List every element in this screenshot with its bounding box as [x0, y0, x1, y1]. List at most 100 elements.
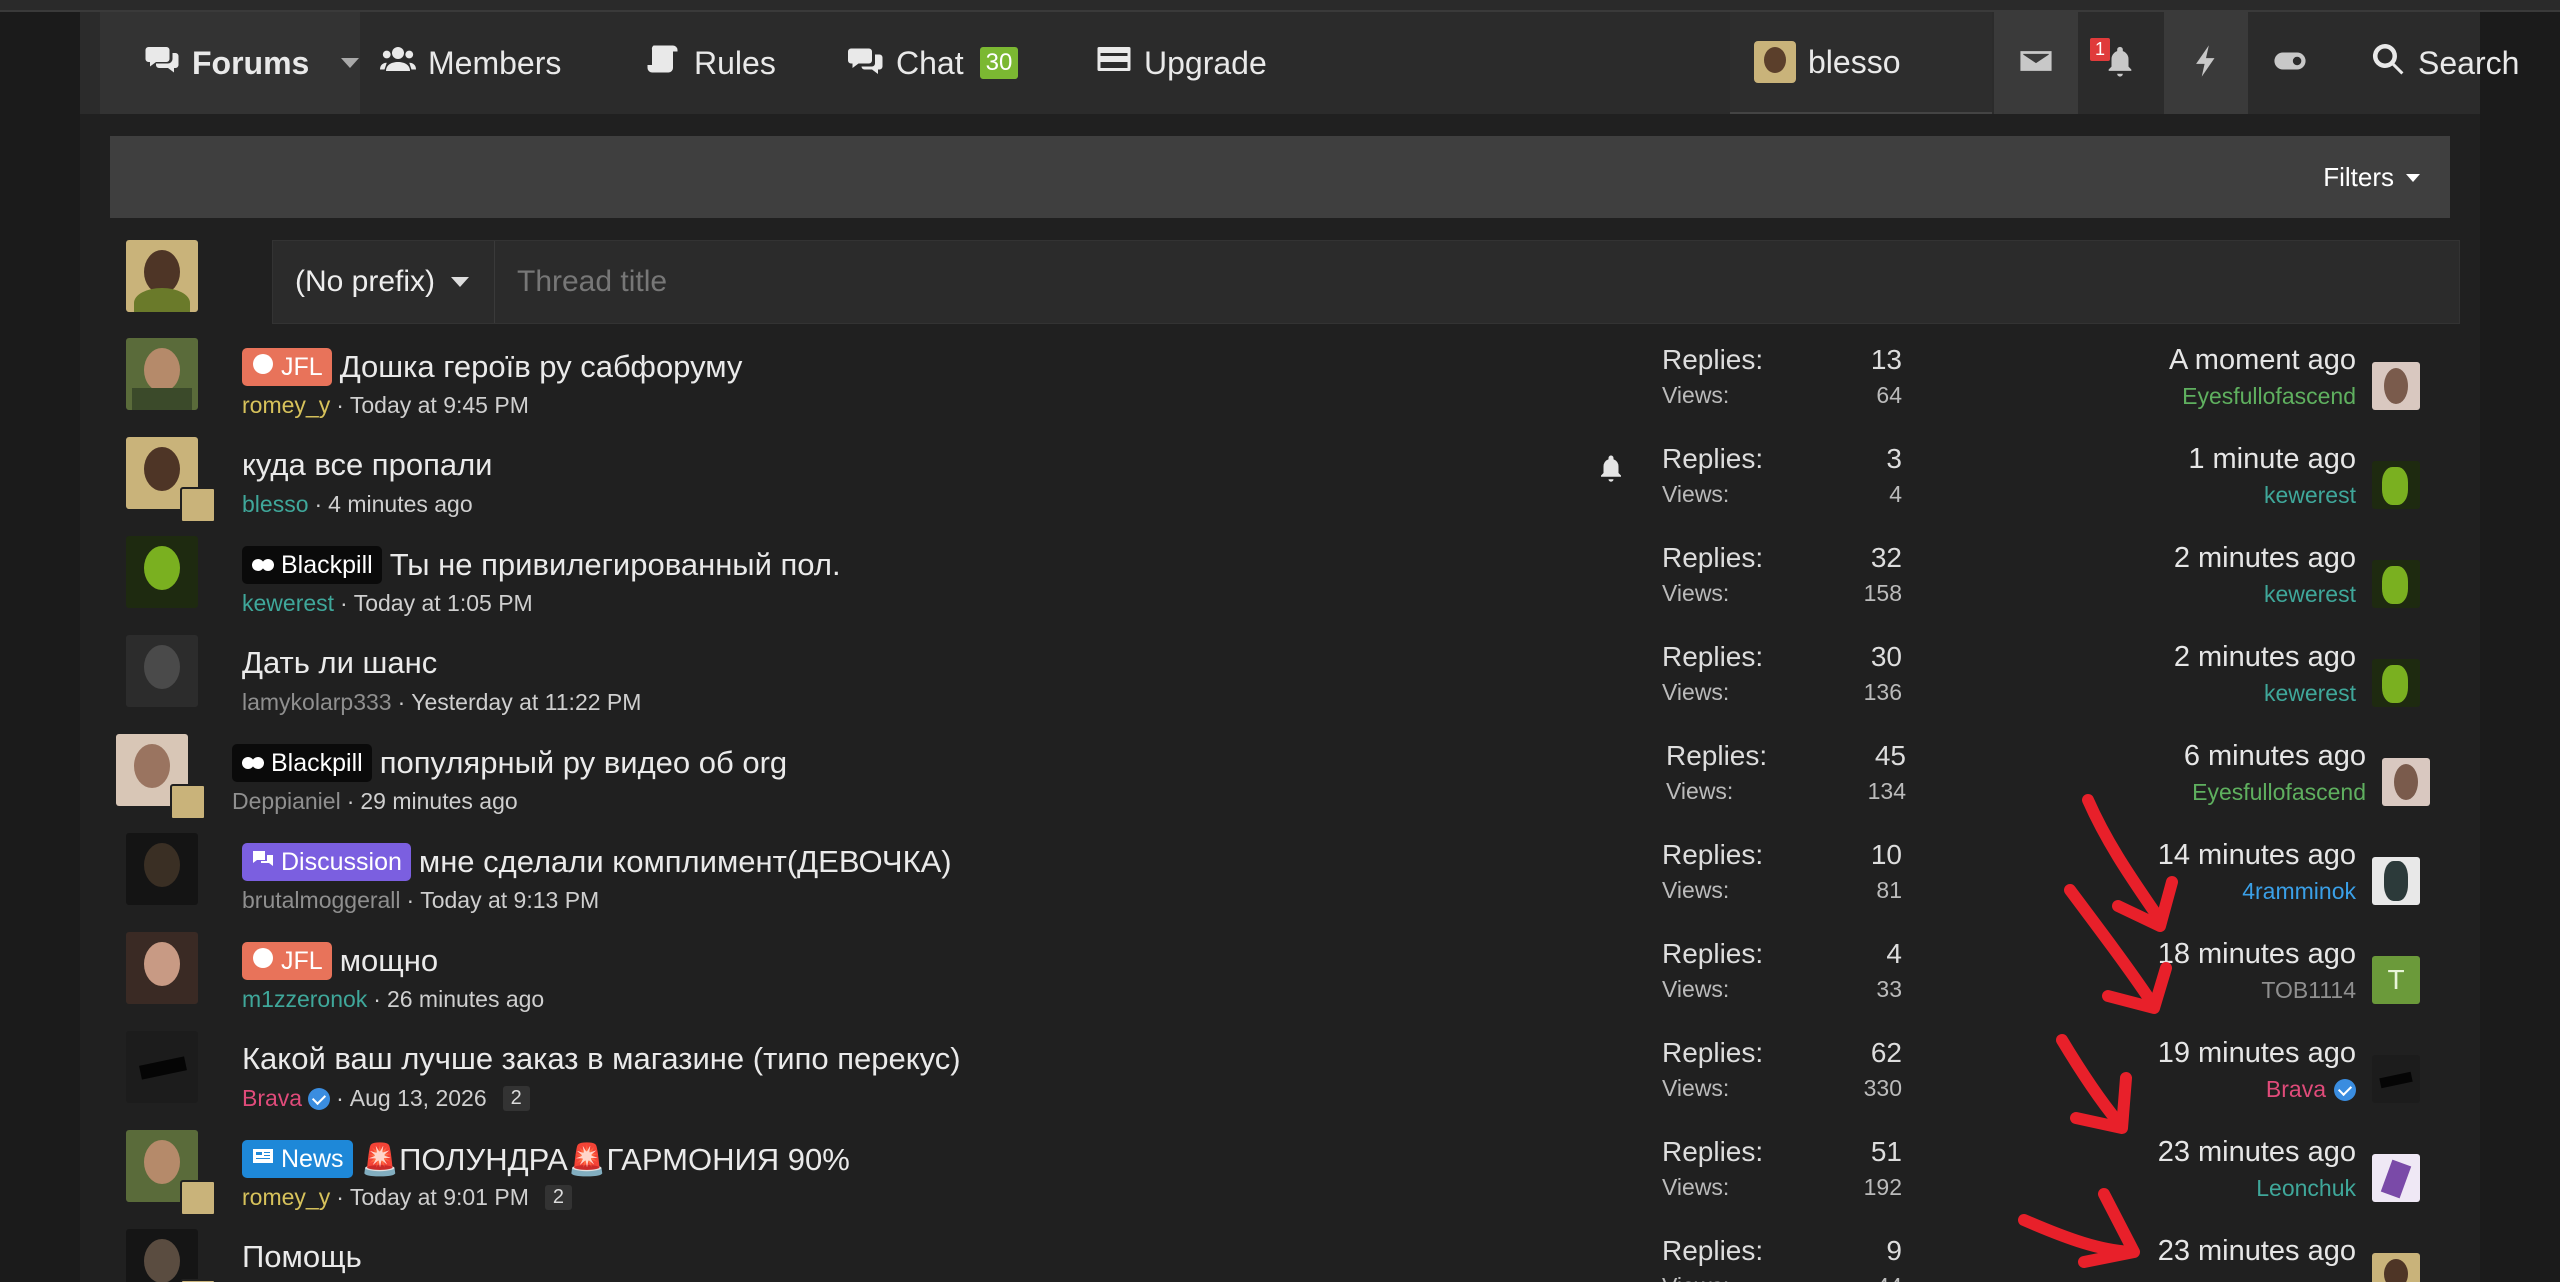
- table-row[interactable]: JFL Дошка героїв ру сабфоруму romey_y · …: [110, 326, 2450, 425]
- avatar[interactable]: [126, 932, 198, 1004]
- thread-title[interactable]: Какой ваш лучше заказ в магазине (типо п…: [242, 1041, 961, 1077]
- filters-button[interactable]: Filters: [2323, 162, 2420, 193]
- table-row[interactable]: Blackpill популярный ру видео об org Dep…: [110, 722, 2450, 821]
- last-post-user[interactable]: Eyesfullofascend: [2192, 779, 2366, 806]
- last-post-time[interactable]: 19 minutes ago: [2158, 1037, 2356, 1070]
- avatar[interactable]: [126, 1229, 198, 1282]
- thread-date[interactable]: Today at 9:13 PM: [420, 887, 599, 914]
- avatar[interactable]: [2382, 758, 2430, 806]
- prefix-label[interactable]: Discussion: [242, 843, 411, 881]
- table-row[interactable]: Blackpill Ты не привилегированный пол. k…: [110, 524, 2450, 623]
- thread-date[interactable]: Today at 9:01 PM: [350, 1184, 529, 1211]
- table-row[interactable]: Discussion мне сделали комплимент(ДЕВОЧК…: [110, 821, 2450, 920]
- thread-title[interactable]: Дать ли шанс: [242, 645, 437, 681]
- nav-whats-new[interactable]: [2164, 12, 2248, 114]
- page-jump-link[interactable]: 2: [502, 1086, 530, 1111]
- thread-author[interactable]: kewerest: [242, 590, 334, 617]
- thread-date[interactable]: Yesterday at 11:22 PM: [411, 689, 641, 716]
- nav-alerts[interactable]: 1: [2078, 12, 2162, 114]
- nav-style-toggle[interactable]: [2248, 12, 2332, 114]
- avatar[interactable]: [180, 1180, 216, 1216]
- thread-title[interactable]: Blackpill популярный ру видео об org: [232, 744, 787, 782]
- nav-rules[interactable]: Rules: [646, 12, 776, 114]
- avatar[interactable]: [2372, 461, 2420, 509]
- table-row[interactable]: News 🚨ПОЛУНДРА🚨ГАРМОНИЯ 90% romey_y · To…: [110, 1118, 2450, 1217]
- table-row[interactable]: JFL мощно m1zzeronok · 26 minutes ago Re…: [110, 920, 2450, 1019]
- last-post-user[interactable]: kewerest: [2264, 482, 2356, 509]
- last-post-time[interactable]: 1 minute ago: [2188, 443, 2356, 476]
- table-row[interactable]: Дать ли шанс lamykolarp333 · Yesterday a…: [110, 623, 2450, 722]
- thread-title[interactable]: куда все пропали: [242, 447, 493, 483]
- prefix-label[interactable]: JFL: [242, 942, 332, 980]
- last-post-time[interactable]: 23 minutes ago: [2158, 1136, 2356, 1169]
- thread-title[interactable]: Blackpill Ты не привилегированный пол.: [242, 546, 841, 584]
- last-post-user[interactable]: TOB1114: [2261, 977, 2356, 1004]
- prefix-label[interactable]: News: [242, 1140, 353, 1178]
- last-post-user[interactable]: kewerest: [2264, 680, 2356, 707]
- avatar[interactable]: [126, 833, 198, 905]
- avatar[interactable]: [2372, 1154, 2420, 1202]
- thread-date[interactable]: 29 minutes ago: [360, 788, 517, 815]
- last-post-time[interactable]: 2 minutes ago: [2174, 641, 2356, 674]
- last-post-time[interactable]: 23 minutes ago: [2158, 1235, 2356, 1268]
- last-post-time[interactable]: 18 minutes ago: [2158, 938, 2356, 971]
- thread-date[interactable]: 4 minutes ago: [328, 491, 472, 518]
- avatar[interactable]: [2372, 560, 2420, 608]
- thread-author[interactable]: Brava: [242, 1085, 302, 1112]
- thread-title[interactable]: JFL Дошка героїв ру сабфоруму: [242, 348, 742, 386]
- thread-author[interactable]: blesso: [242, 491, 308, 518]
- avatar[interactable]: T: [2372, 956, 2420, 1004]
- avatar[interactable]: [2372, 1253, 2420, 1282]
- thread-title[interactable]: Discussion мне сделали комплимент(ДЕВОЧК…: [242, 843, 952, 881]
- nav-members[interactable]: Members: [380, 12, 561, 114]
- thread-date[interactable]: Today at 9:45 PM: [350, 392, 529, 419]
- avatar[interactable]: [126, 635, 198, 707]
- last-post-user[interactable]: Eyesfullofascend: [2182, 383, 2356, 410]
- thread-title-input[interactable]: [495, 241, 2455, 323]
- table-row[interactable]: куда все пропали blesso · 4 minutes ago …: [110, 425, 2450, 524]
- nav-user-account[interactable]: blesso: [1730, 12, 1992, 114]
- avatar[interactable]: [2372, 659, 2420, 707]
- avatar[interactable]: [126, 536, 198, 608]
- chevron-down-icon[interactable]: [341, 58, 360, 68]
- table-row[interactable]: Какой ваш лучше заказ в магазине (типо п…: [110, 1019, 2450, 1118]
- last-post-user[interactable]: Leonchuk: [2256, 1175, 2356, 1202]
- table-row[interactable]: Помощь Replies: 9 Views: 44 23 minutes ago: [110, 1217, 2450, 1282]
- thread-author[interactable]: romey_y: [242, 392, 330, 419]
- page-jump-link[interactable]: 2: [544, 1185, 572, 1210]
- last-post-user[interactable]: kewerest: [2264, 581, 2356, 608]
- avatar[interactable]: [2372, 1055, 2420, 1103]
- nav-chat[interactable]: Chat 30: [848, 12, 1019, 114]
- avatar[interactable]: [2372, 362, 2420, 410]
- nav-inbox[interactable]: [1994, 12, 2078, 114]
- last-post-time[interactable]: 6 minutes ago: [2184, 740, 2366, 773]
- last-post-user[interactable]: Brava: [2266, 1076, 2326, 1103]
- avatar[interactable]: [2372, 857, 2420, 905]
- prefix-label[interactable]: Blackpill: [242, 546, 382, 584]
- nav-forums[interactable]: Forums: [100, 12, 360, 114]
- thread-author[interactable]: brutalmoggerall: [242, 887, 401, 914]
- last-post-time[interactable]: A moment ago: [2169, 344, 2356, 377]
- thread-author[interactable]: m1zzeronok: [242, 986, 367, 1013]
- last-post-time[interactable]: 14 minutes ago: [2158, 839, 2356, 872]
- thread-title[interactable]: JFL мощно: [242, 942, 438, 980]
- avatar[interactable]: [126, 1031, 198, 1103]
- thread-date[interactable]: Today at 1:05 PM: [354, 590, 533, 617]
- thread-date[interactable]: Aug 13, 2026: [350, 1085, 487, 1112]
- prefix-select[interactable]: (No prefix): [273, 241, 495, 323]
- avatar[interactable]: [126, 338, 198, 410]
- thread-author[interactable]: romey_y: [242, 1184, 330, 1211]
- thread-title[interactable]: Помощь: [242, 1239, 362, 1275]
- prefix-label[interactable]: JFL: [242, 348, 332, 386]
- prefix-label[interactable]: Blackpill: [232, 744, 372, 782]
- thread-author[interactable]: Deppianiel: [232, 788, 341, 815]
- avatar[interactable]: [170, 784, 206, 820]
- thread-title[interactable]: News 🚨ПОЛУНДРА🚨ГАРМОНИЯ 90%: [242, 1140, 850, 1178]
- nav-search[interactable]: Search: [2370, 12, 2519, 114]
- avatar[interactable]: [180, 487, 216, 523]
- last-post-time[interactable]: 2 minutes ago: [2174, 542, 2356, 575]
- nav-upgrade[interactable]: Upgrade: [1096, 12, 1267, 114]
- thread-author[interactable]: lamykolarp333: [242, 689, 392, 716]
- last-post-user[interactable]: 4ramminok: [2242, 878, 2356, 905]
- thread-date[interactable]: 26 minutes ago: [387, 986, 544, 1013]
